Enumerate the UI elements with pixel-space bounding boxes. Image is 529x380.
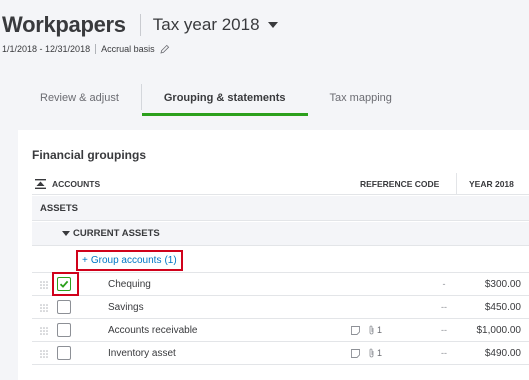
pencil-icon[interactable] [160, 44, 170, 54]
row-checkbox[interactable] [57, 323, 71, 337]
group-accounts-count: (1) [164, 255, 177, 266]
page-title: Workpapers [2, 12, 126, 37]
tab-review-adjust[interactable]: Review & adjust [18, 82, 141, 116]
tab-bar: Review & adjust Grouping & statements Ta… [18, 82, 414, 116]
account-amount: $300.00 [484, 279, 521, 290]
drag-handle-icon[interactable] [40, 304, 48, 312]
row-icons: 1 [351, 325, 382, 335]
tax-year-dropdown[interactable]: Tax year 2018 [153, 15, 278, 35]
attachment-count: 1 [377, 348, 383, 358]
account-amount: $450.00 [484, 302, 521, 313]
year-column-header[interactable]: YEAR 2018 [469, 179, 514, 189]
plus-icon: + [82, 255, 88, 266]
tab-tax-mapping[interactable]: Tax mapping [308, 82, 414, 116]
checkmark-icon [59, 280, 69, 288]
group-accounts-button[interactable]: + Group accounts (1) [76, 250, 183, 271]
accounting-basis: Accrual basis [101, 44, 155, 54]
financial-groupings-panel: Financial groupings ACCOUNTS REFERENCE C… [18, 130, 529, 380]
account-name: Chequing [108, 279, 151, 290]
tax-year-label: Tax year 2018 [152, 15, 260, 34]
period-info: 1/1/2018 - 12/31/2018 Accrual basis [2, 44, 170, 54]
note-icon[interactable] [351, 348, 360, 358]
table-row[interactable]: Accounts receivable 1 -- $1,000.00 [32, 320, 529, 342]
table-row[interactable]: Chequing - $300.00 [32, 272, 529, 296]
panel-title: Financial groupings [32, 148, 147, 162]
group-accounts-label: Group accounts [90, 255, 162, 266]
group-accounts-row: + Group accounts (1) [32, 247, 529, 273]
subsection-label: CURRENT ASSETS [73, 228, 160, 239]
table-header: ACCOUNTS REFERENCE CODE YEAR 2018 [32, 173, 529, 195]
row-checkbox[interactable] [57, 277, 71, 291]
account-name: Savings [108, 302, 144, 313]
accounts-column-header[interactable]: ACCOUNTS [52, 179, 100, 189]
table-row[interactable]: Inventory asset 1 -- $490.00 [32, 343, 529, 365]
reference-code: -- [441, 348, 447, 358]
current-assets-row[interactable]: CURRENT ASSETS [32, 222, 529, 246]
page-header: Workpapers Tax year 2018 1/1/2018 - 12/3… [0, 0, 529, 130]
section-label: ASSETS [40, 203, 79, 214]
date-range: 1/1/2018 - 12/31/2018 [2, 44, 91, 54]
reference-code: -- [441, 325, 447, 335]
drag-handle-icon[interactable] [40, 281, 48, 289]
row-checkbox[interactable] [57, 300, 71, 314]
note-icon[interactable] [351, 325, 360, 335]
row-checkbox[interactable] [57, 346, 71, 360]
attachment-count: 1 [377, 325, 383, 335]
tab-label: Review & adjust [40, 92, 119, 104]
period-divider [95, 44, 97, 54]
chevron-down-icon[interactable] [62, 231, 70, 236]
drag-handle-icon[interactable] [40, 350, 48, 358]
account-name: Inventory asset [108, 348, 176, 359]
table-row[interactable]: Savings -- $450.00 [32, 297, 529, 319]
drag-handle-icon[interactable] [40, 327, 48, 335]
column-divider [456, 173, 457, 195]
tab-label: Tax mapping [329, 92, 392, 104]
caret-down-icon [267, 22, 278, 28]
tab-grouping-statements[interactable]: Grouping & statements [141, 82, 308, 116]
reference-code: -- [441, 302, 447, 312]
paperclip-icon[interactable] [368, 348, 375, 358]
reference-code-column-header[interactable]: REFERENCE CODE [360, 179, 439, 189]
row-icons: 1 [351, 348, 382, 358]
account-amount: $490.00 [484, 348, 521, 359]
account-name: Accounts receivable [108, 325, 198, 336]
account-amount: $1,000.00 [476, 325, 522, 336]
collapse-all-icon[interactable] [35, 179, 46, 189]
title-row: Workpapers Tax year 2018 [2, 12, 278, 38]
paperclip-icon[interactable] [368, 325, 375, 335]
tab-label: Grouping & statements [163, 92, 286, 104]
reference-code: - [442, 279, 446, 289]
assets-section-row[interactable]: ASSETS [32, 196, 529, 221]
title-divider [139, 14, 141, 36]
